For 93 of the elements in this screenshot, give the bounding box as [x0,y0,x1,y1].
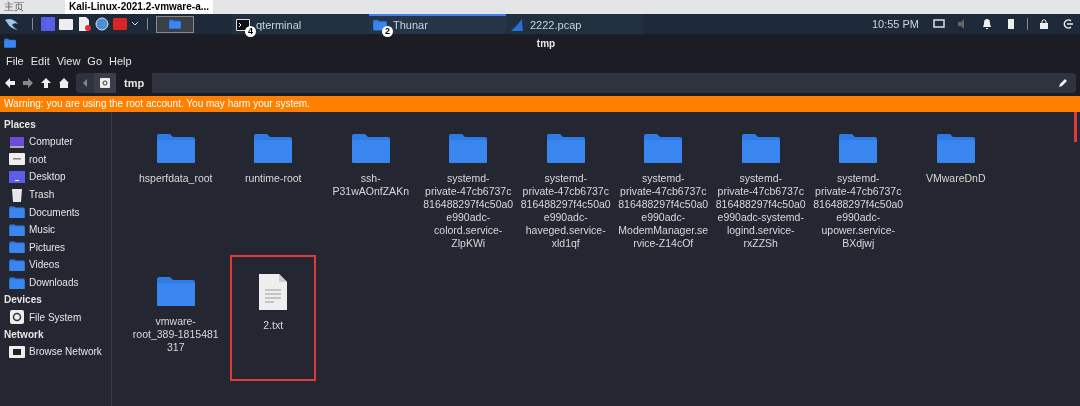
file-name: systemd- private-47cb6737c 816488297f4c50a0 e990adc-systemd- logind.service- rxZZSh [715,172,806,250]
chevron-down-icon[interactable] [131,20,139,28]
network-icon [9,343,25,360]
file-name: ssh- P31wAOnfZAKn [332,172,409,198]
file-name: systemd- private-47cb6737c 816488297f4c50a0 e990adc- ModemManager.se rvice-Z14cOf [618,172,709,250]
menu-item[interactable]: Help [107,52,134,70]
folder-tile[interactable]: systemd- private-47cb6737c 816488297f4c50a0 e990adc- haveged.service- xld1qf [520,124,611,250]
path-button[interactable]: tmp [116,73,153,93]
folder-icon [545,132,586,164]
folder-icon [373,19,387,31]
menu-item[interactable]: Go [85,52,105,70]
folder-tile[interactable]: hsperfdata_root [138,124,213,185]
sidebar-item[interactable]: root [0,150,111,169]
folder-tile[interactable]: VMwareDnD [926,124,986,185]
browser-tab[interactable]: Kali-Linux-2021.2-vmware-a... [65,0,214,14]
file-name: systemd- private-47cb6737c 816488297f4c50a0 e990adc- upower.service- BXdjwj [813,172,904,250]
folder-icon [9,239,25,256]
folder-tile[interactable]: vmware- root_389-1815481 317 [132,267,219,354]
app-icon[interactable] [59,17,73,31]
folder-icon [155,132,196,164]
sidebar-item[interactable]: Desktop [0,168,111,186]
folder-icon [740,132,781,164]
sidebar-item[interactable]: Documents [0,203,111,221]
sidebar-item[interactable]: Pictures [0,238,111,257]
scrollbar-thumb[interactable] [1074,112,1077,142]
sidebar-item[interactable]: Downloads [0,273,111,292]
folder-icon [4,38,16,48]
sidebar-item[interactable]: Browse Network [0,342,111,361]
file-name: systemd- private-47cb6737c 816488297f4c50a0 e990adc- colord.service- ZlpKWi [423,172,514,250]
file-name: systemd- private-47cb6737c 816488297f4c50a0 e990adc- haveged.service- xld1qf [520,172,611,250]
lock-icon[interactable] [1038,18,1050,30]
folder-icon [448,132,489,164]
folder-tile[interactable]: ssh- P31wAOnfZAKn [332,124,409,198]
folder-tile[interactable]: systemd- private-47cb6737c 816488297f4c50a0 e990adc- upower.service- BXdjwj [813,124,904,250]
folder-tile[interactable]: systemd- private-47cb6737c 816488297f4c50a0 e990adc- colord.service- ZlpKWi [423,124,514,250]
sidebar-item[interactable]: Computer [0,133,111,151]
drive-path-button[interactable] [94,73,116,93]
globe-icon[interactable] [95,17,109,31]
back-arrow-icon[interactable] [4,77,16,89]
logout-icon[interactable] [1062,18,1074,30]
terminal-icon [236,19,250,31]
file-name: hsperfdata_root [138,172,213,185]
file-name: 2.txt [263,319,284,332]
folder-icon [643,132,684,164]
drive-icon [100,78,110,88]
warning-bar: Warning: you are using the root account. You may harm your system. [0,96,1080,112]
task-button[interactable]: 4 qterminal [232,14,369,34]
folder-icon [9,204,25,221]
section-heading: Network [3,327,45,342]
caret-left-icon[interactable] [82,79,88,87]
drive-icon [9,309,25,326]
folder-icon [9,221,25,238]
folder-tile[interactable]: runtime-root [244,124,302,185]
menu-item[interactable]: File [4,52,26,70]
sidebar-item[interactable]: Trash [0,185,111,204]
home-icon[interactable] [58,77,70,89]
folder-icon [838,132,879,164]
menu-item[interactable]: View [54,52,83,70]
trash-icon [9,186,25,203]
document-tile[interactable]: 2.txt [230,255,317,381]
display-icon[interactable] [933,18,945,30]
folder-icon [935,132,976,164]
bell-icon[interactable] [981,18,993,30]
desktop-icon [9,169,25,185]
section-heading: Devices [3,293,43,308]
pencil-icon[interactable] [1058,78,1068,88]
window-title: tmp [535,36,557,51]
forward-arrow-icon[interactable] [22,77,34,89]
file-name: runtime-root [244,172,302,185]
workspace-button[interactable] [156,15,194,33]
folder-icon [350,132,391,164]
folder-icon [253,132,294,164]
file-name: VMwareDnD [926,172,986,185]
folder-icon [169,19,181,29]
sidebar-item[interactable]: Music [0,220,111,239]
browser-tab[interactable]: 主页 [0,0,60,14]
folder-icon [9,274,25,291]
folder-tile[interactable]: systemd- private-47cb6737c 816488297f4c50a0 e990adc-systemd- logind.service- rxZZSh [715,124,806,250]
home-folder-icon [9,151,25,168]
document-icon[interactable] [77,17,91,31]
section-heading: Places [3,118,37,132]
task-button[interactable]: 2 Thunar [369,14,506,34]
folder-icon [9,256,25,273]
menu-item[interactable]: Edit [28,52,52,70]
folder-icon [155,275,196,307]
file-name: vmware- root_389-1815481 317 [132,315,219,354]
text-file-icon [258,273,289,311]
folder-tile[interactable]: systemd- private-47cb6737c 816488297f4c50a0 e990adc- ModemManager.se rvice-Z14cOf [618,124,709,250]
task-button[interactable]: 2222.pcap [506,14,643,34]
up-arrow-icon[interactable] [40,77,52,89]
sidebar-item[interactable]: Videos [0,256,111,274]
sidebar-item[interactable]: File System [0,308,111,326]
clock: 10:55 PM [871,16,919,32]
